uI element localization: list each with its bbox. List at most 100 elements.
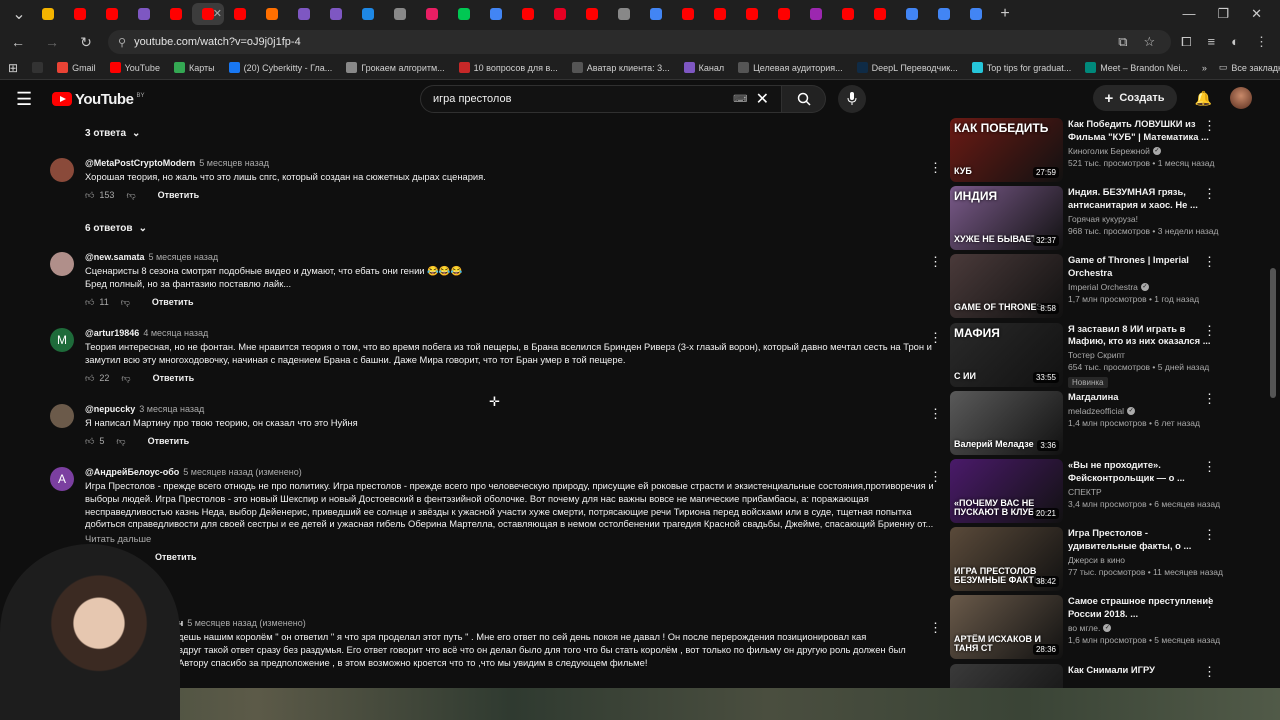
bookmark-item[interactable]: Аватар клиента: 3... bbox=[571, 62, 670, 73]
video-title[interactable]: Как Победить ЛОВУШКИ из Фильма "КУБ" | М… bbox=[1068, 118, 1218, 144]
browser-tab[interactable] bbox=[768, 3, 800, 25]
keyboard-icon[interactable]: ⌨ bbox=[733, 94, 747, 105]
video-channel[interactable]: СПЕКТР bbox=[1068, 487, 1218, 497]
dislike-icon[interactable]: 👎︎ bbox=[121, 297, 130, 308]
browser-tab[interactable] bbox=[512, 3, 544, 25]
video-channel[interactable]: meladzeofficial ✓ bbox=[1068, 406, 1218, 416]
related-video-item[interactable]: МАФИЯ С ИИ 33:55 Я заставил 8 ИИ играть в М… bbox=[950, 322, 1230, 389]
browser-tab[interactable] bbox=[576, 3, 608, 25]
browser-tab[interactable] bbox=[160, 3, 192, 25]
like-icon[interactable]: 👍︎ bbox=[85, 436, 94, 447]
video-title[interactable]: «Вы не проходите». Фейсконтрольщик — о .… bbox=[1068, 459, 1218, 485]
reply-button[interactable]: Ответить bbox=[155, 552, 197, 562]
browser-tab[interactable] bbox=[928, 3, 960, 25]
related-video-item[interactable]: АРТЁМ ИСХАКОВ И ТАНЯ СТ 28:36 Самое страшн… bbox=[950, 595, 1230, 660]
comment-date[interactable]: 5 месяцев назад bbox=[199, 158, 269, 168]
tab-search-icon[interactable]: ⌄ bbox=[6, 4, 32, 24]
commenter-avatar[interactable] bbox=[50, 158, 74, 182]
commenter-avatar[interactable]: M bbox=[50, 328, 74, 352]
video-thumbnail[interactable]: ИНДИЯ ХУЖЕ НЕ БЫВАЕТ 32:37 bbox=[950, 186, 1063, 251]
video-more-icon[interactable]: ⋮ bbox=[1203, 595, 1216, 611]
browser-tab[interactable] bbox=[832, 3, 864, 25]
video-thumbnail[interactable]: АРТЁМ ИСХАКОВ И ТАНЯ СТ 28:36 bbox=[950, 595, 1063, 660]
browser-tab[interactable] bbox=[128, 3, 160, 25]
comment-date[interactable]: 4 месяца назад bbox=[143, 328, 208, 338]
voice-search-button[interactable] bbox=[838, 85, 866, 113]
browser-tab[interactable] bbox=[896, 3, 928, 25]
browser-tab[interactable] bbox=[96, 3, 128, 25]
video-more-icon[interactable]: ⋮ bbox=[1203, 118, 1216, 134]
reply-button[interactable]: Ответить bbox=[158, 190, 200, 200]
search-input[interactable]: игра престолов ⌨ ✕ bbox=[420, 85, 782, 113]
minimize-icon[interactable]: — bbox=[1182, 6, 1195, 22]
browser-tab[interactable] bbox=[960, 3, 992, 25]
address-bar[interactable]: ⚲ youtube.com/watch?v=oJ9j0j1fp-4 ⧉ ☆ bbox=[108, 30, 1172, 54]
related-video-item[interactable]: Валерий Меладзе 3:36 Магдалина meladzeoffic… bbox=[950, 390, 1230, 455]
video-channel[interactable]: Джерси в кино bbox=[1068, 555, 1218, 565]
video-title[interactable]: Game of Thrones | Imperial Orchestra bbox=[1068, 254, 1218, 280]
video-channel[interactable]: Imperial Orchestra ✓ bbox=[1068, 282, 1218, 292]
comment-author[interactable]: @nepuccky bbox=[85, 404, 135, 414]
comment-more-icon[interactable]: ⋮ bbox=[929, 160, 942, 176]
replies-toggle-1[interactable]: 3 ответа ⌄ bbox=[85, 128, 140, 139]
commenter-avatar[interactable] bbox=[50, 404, 74, 428]
dislike-icon[interactable]: 👎︎ bbox=[116, 436, 125, 447]
comment-date[interactable]: 5 месяцев назад bbox=[148, 252, 218, 262]
video-title[interactable]: Как Снимали ИГРУ bbox=[1068, 664, 1218, 677]
video-title[interactable]: Индия. БЕЗУМНАЯ грязь, антисанитария и х… bbox=[1068, 186, 1218, 212]
commenter-avatar[interactable]: A bbox=[50, 467, 74, 491]
video-more-icon[interactable]: ⋮ bbox=[1203, 323, 1216, 339]
reply-button[interactable]: Ответить bbox=[153, 373, 195, 383]
related-video-item[interactable]: КАК ПОБЕДИТЬ КУБ 27:59 Как Победить ЛОВУШКИ… bbox=[950, 118, 1230, 182]
video-more-icon[interactable]: ⋮ bbox=[1203, 527, 1216, 543]
back-icon[interactable]: ← bbox=[6, 34, 30, 50]
video-title[interactable]: Самое страшное преступление России 2018.… bbox=[1068, 595, 1218, 621]
bookmark-star-icon[interactable]: ☆ bbox=[1143, 34, 1155, 50]
related-video-item[interactable]: ИГРА ПРЕСТОЛОВ БЕЗУМНЫЕ ФАКТЫ 38:42 Игра П… bbox=[950, 527, 1230, 592]
read-more-link[interactable]: Читать дальше bbox=[85, 533, 940, 544]
browser-tab[interactable] bbox=[864, 3, 896, 25]
scrollbar-thumb[interactable] bbox=[1270, 268, 1276, 398]
video-more-icon[interactable]: ⋮ bbox=[1203, 186, 1216, 202]
create-button[interactable]: + Создать bbox=[1092, 85, 1177, 111]
video-more-icon[interactable]: ⋮ bbox=[1203, 391, 1216, 407]
video-thumbnail[interactable]: GAME OF THRONES 8:58 bbox=[950, 254, 1063, 319]
bookmark-item[interactable]: Целевая аудитория... bbox=[738, 62, 843, 73]
restore-icon[interactable]: ❐ bbox=[1217, 6, 1229, 22]
browser-tab[interactable] bbox=[256, 3, 288, 25]
new-tab-button[interactable]: + bbox=[992, 5, 1018, 23]
dislike-icon[interactable]: 👎︎ bbox=[126, 190, 135, 201]
reply-button[interactable]: Ответить bbox=[148, 436, 190, 446]
comment-date[interactable]: 5 месяцев назад (изменено) bbox=[183, 467, 301, 477]
video-title[interactable]: Я заставил 8 ИИ играть в Мафию, кто из н… bbox=[1068, 323, 1218, 349]
browser-tab[interactable] bbox=[384, 3, 416, 25]
video-channel[interactable]: во мгле. ✓ bbox=[1068, 623, 1218, 633]
video-thumbnail[interactable]: МАФИЯ С ИИ 33:55 bbox=[950, 322, 1063, 387]
bookmark-item[interactable] bbox=[32, 62, 44, 73]
menu-icon[interactable]: ☰ bbox=[16, 89, 46, 110]
like-icon[interactable]: 👍︎ bbox=[85, 297, 94, 308]
video-title[interactable]: Магдалина bbox=[1068, 391, 1218, 404]
browser-tab[interactable] bbox=[288, 3, 320, 25]
replies-toggle-2[interactable]: 6 ответов ⌄ bbox=[85, 223, 147, 234]
browser-tab[interactable] bbox=[352, 3, 384, 25]
bookmark-item[interactable]: YouTube bbox=[109, 62, 160, 73]
video-more-icon[interactable]: ⋮ bbox=[1203, 664, 1216, 680]
comment-more-icon[interactable]: ⋮ bbox=[929, 406, 942, 422]
extensions-icon[interactable]: ⧠ bbox=[1181, 34, 1191, 50]
comment-more-icon[interactable]: ⋮ bbox=[929, 254, 942, 270]
video-channel[interactable]: Киноголик Бережной ✓ bbox=[1068, 146, 1218, 156]
search-button[interactable] bbox=[782, 85, 826, 113]
reading-list-icon[interactable]: ≡ bbox=[1208, 34, 1216, 50]
related-video-item[interactable]: ИНДИЯ ХУЖЕ НЕ БЫВАЕТ 32:37 Индия. БЕЗУМНАЯ … bbox=[950, 186, 1230, 251]
video-channel[interactable]: Тостер Скрипт bbox=[1068, 350, 1218, 360]
close-window-icon[interactable]: ✕ bbox=[1251, 6, 1262, 22]
browser-tab[interactable] bbox=[704, 3, 736, 25]
account-avatar[interactable] bbox=[1230, 87, 1252, 109]
like-icon[interactable]: 👍︎ bbox=[85, 373, 94, 384]
browser-tab[interactable] bbox=[320, 3, 352, 25]
site-info-icon[interactable]: ⚲ bbox=[118, 36, 126, 49]
video-channel[interactable]: Горячая кукуруза! bbox=[1068, 214, 1218, 224]
youtube-logo[interactable]: YouTube BY bbox=[52, 91, 144, 108]
comment-date[interactable]: 5 месяцев назад (изменено) bbox=[187, 618, 305, 628]
